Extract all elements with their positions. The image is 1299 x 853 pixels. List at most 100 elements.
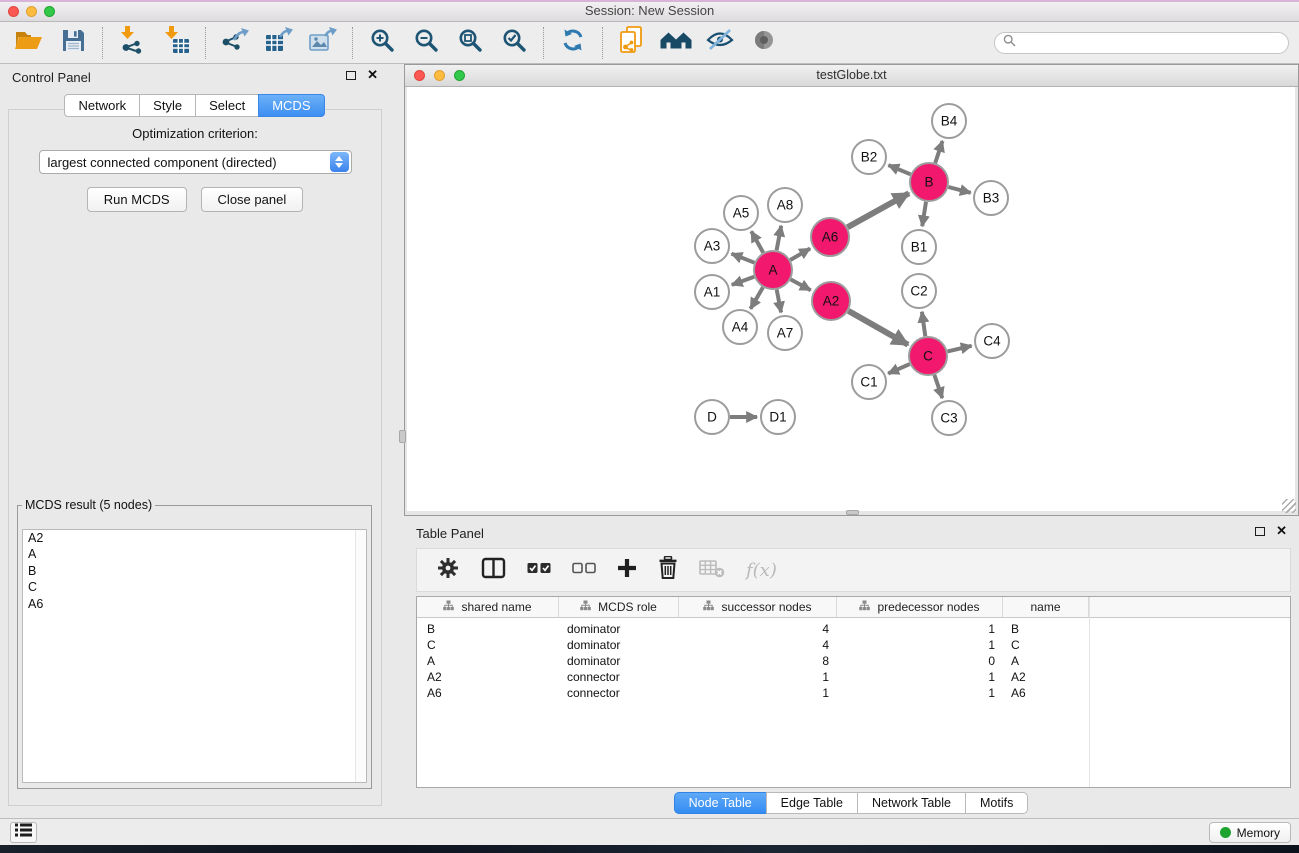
table-cell[interactable]: A	[417, 654, 559, 668]
graph-edge-A-A3[interactable]	[732, 254, 755, 263]
graph-node-A5[interactable]: A5	[724, 196, 758, 230]
criterion-dropdown[interactable]: largest connected component (directed)	[39, 150, 352, 174]
table-cell[interactable]: A6	[417, 686, 559, 700]
graph-node-C2[interactable]: C2	[902, 274, 936, 308]
memory-button[interactable]: Memory	[1209, 822, 1291, 843]
table-cell[interactable]: C	[417, 638, 559, 652]
horizontal-scrollbar-thumb[interactable]	[846, 510, 859, 515]
graph-node-A3[interactable]: A3	[695, 229, 729, 263]
table-cell[interactable]: B	[417, 622, 559, 636]
graph-node-D1[interactable]: D1	[761, 400, 795, 434]
table-cell[interactable]: dominator	[559, 638, 679, 652]
deselect-all-button[interactable]	[572, 561, 596, 579]
table-cell[interactable]: 4	[679, 638, 837, 652]
table-row[interactable]: Bdominator41B	[417, 621, 1290, 637]
table-row[interactable]: Adominator80A	[417, 653, 1290, 669]
graph-edge-A2-C[interactable]	[848, 311, 908, 345]
select-all-button[interactable]	[527, 561, 551, 579]
minimize-window-button[interactable]	[26, 6, 37, 17]
graph-edge-C-C2[interactable]	[922, 312, 925, 336]
table-row[interactable]: A2connector11A2	[417, 669, 1290, 685]
close-window-button[interactable]	[8, 6, 19, 17]
zoom-selected-button[interactable]	[496, 27, 532, 59]
resize-grip[interactable]	[1282, 499, 1296, 513]
graph-node-B4[interactable]: B4	[932, 104, 966, 138]
graph-node-C3[interactable]: C3	[932, 401, 966, 435]
table-cell[interactable]: 1	[837, 622, 1003, 636]
graph-node-D[interactable]: D	[695, 400, 729, 434]
refresh-view-button[interactable]	[555, 27, 591, 59]
home-network-button[interactable]	[658, 27, 694, 59]
table-cell[interactable]: C	[1003, 638, 1089, 652]
graph-node-A4[interactable]: A4	[723, 310, 757, 344]
graph-node-A8[interactable]: A8	[768, 188, 802, 222]
network-minimize-button[interactable]	[434, 70, 445, 81]
float-panel-icon[interactable]	[346, 71, 356, 80]
table-cell[interactable]: dominator	[559, 654, 679, 668]
result-scrollbar-track[interactable]	[355, 530, 366, 782]
table-cell[interactable]: dominator	[559, 622, 679, 636]
table-cell[interactable]: A2	[417, 670, 559, 684]
column-header-MCDS-role[interactable]: MCDS role	[559, 597, 679, 617]
export-image-button[interactable]	[305, 27, 341, 59]
graph-edge-A-A5[interactable]	[751, 231, 763, 252]
float-table-panel-icon[interactable]	[1255, 527, 1265, 536]
close-panel-icon[interactable]: ✕	[367, 70, 378, 80]
zoom-window-button[interactable]	[44, 6, 55, 17]
network-zoom-button[interactable]	[454, 70, 465, 81]
graph-edge-A6-B[interactable]	[848, 193, 909, 227]
add-column-button[interactable]	[617, 558, 637, 583]
graph-edge-B-B4[interactable]	[935, 141, 942, 163]
graph-node-A2[interactable]: A2	[812, 282, 850, 320]
search-input[interactable]	[1021, 35, 1288, 52]
column-header-shared-name[interactable]: shared name	[417, 597, 559, 617]
tab-style[interactable]: Style	[139, 94, 196, 117]
show-graphics-details-button[interactable]	[746, 27, 782, 59]
zoom-in-button[interactable]	[364, 27, 400, 59]
network-from-document-button[interactable]	[614, 27, 650, 59]
graph-edge-B-B2[interactable]	[888, 165, 910, 174]
graph-node-C1[interactable]: C1	[852, 365, 886, 399]
column-header-name[interactable]: name	[1003, 597, 1089, 617]
table-row[interactable]: Cdominator41C	[417, 637, 1290, 653]
graph-node-B[interactable]: B	[910, 163, 948, 201]
graph-edge-A-A6[interactable]	[790, 249, 810, 261]
column-view-button[interactable]	[481, 557, 506, 584]
close-panel-button[interactable]: Close panel	[201, 187, 304, 212]
graph-edge-A-A7[interactable]	[777, 290, 781, 313]
graph-edge-B-B3[interactable]	[948, 187, 970, 193]
graph-edge-A-A4[interactable]	[751, 287, 764, 309]
tab-motifs[interactable]: Motifs	[965, 792, 1028, 814]
table-cell[interactable]: 1	[837, 686, 1003, 700]
export-network-button[interactable]	[217, 27, 253, 59]
table-cell[interactable]: connector	[559, 670, 679, 684]
graph-edge-B-B1[interactable]	[922, 202, 926, 226]
table-cell[interactable]: A	[1003, 654, 1089, 668]
vertical-scrollbar-thumb[interactable]	[399, 430, 406, 443]
graph-node-A6[interactable]: A6	[811, 218, 849, 256]
graph-edge-C-C4[interactable]	[948, 346, 972, 352]
table-cell[interactable]: A2	[1003, 670, 1089, 684]
graph-node-B3[interactable]: B3	[974, 181, 1008, 215]
table-cell[interactable]: 1	[679, 670, 837, 684]
column-header-successor-nodes[interactable]: successor nodes	[679, 597, 837, 617]
graph-edge-A-A1[interactable]	[732, 277, 754, 285]
search-box[interactable]	[994, 32, 1289, 54]
settings-gear-button[interactable]	[436, 556, 460, 585]
table-cell[interactable]: A6	[1003, 686, 1089, 700]
table-cell[interactable]: connector	[559, 686, 679, 700]
table-cell[interactable]: B	[1003, 622, 1089, 636]
network-canvas[interactable]: B4B2BB3A8A5A6A3B1AA1C2A2A4A7C4CC1C3DD1	[407, 87, 1295, 511]
column-header-predecessor-nodes[interactable]: predecessor nodes	[837, 597, 1003, 617]
result-item[interactable]: A	[23, 547, 366, 564]
zoom-out-button[interactable]	[408, 27, 444, 59]
graph-node-A1[interactable]: A1	[695, 275, 729, 309]
table-row[interactable]: A6connector11A6	[417, 685, 1290, 701]
delete-column-button[interactable]	[658, 556, 678, 585]
tab-mcds[interactable]: MCDS	[258, 94, 324, 117]
hide-graphics-details-button[interactable]	[702, 27, 738, 59]
graph-node-B2[interactable]: B2	[852, 140, 886, 174]
close-table-panel-icon[interactable]: ✕	[1276, 526, 1287, 536]
result-item[interactable]: B	[23, 563, 366, 580]
graph-node-A[interactable]: A	[754, 251, 792, 289]
